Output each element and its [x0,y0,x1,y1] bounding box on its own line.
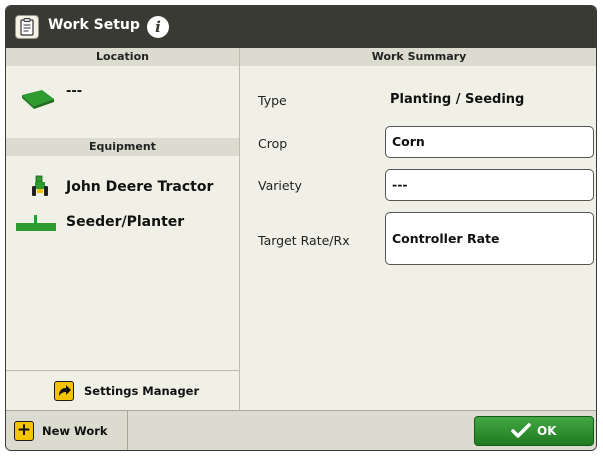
crop-label: Crop [258,136,288,151]
equipment-header: Equipment [6,138,239,156]
work-summary-panel: Work Summary Type Planting / Seeding Cro… [240,48,596,410]
equipment-label-planter: Seeder/Planter [66,214,185,230]
settings-manager-button[interactable]: Settings Manager [6,370,239,410]
work-setup-window: Work Setup i Location --- Equipment John… [5,5,597,451]
equipment-label-tractor: John Deere Tractor [66,179,214,195]
info-icon[interactable]: i [147,16,169,38]
target-rate-field[interactable]: Controller Rate [385,212,594,265]
variety-label: Variety [258,178,302,193]
window-title: Work Setup [48,17,140,33]
equipment-item-planter[interactable]: Seeder/Planter [6,208,239,238]
new-work-button[interactable]: + New Work [6,411,128,450]
clipboard-icon [15,15,39,39]
crop-field[interactable]: Corn [385,126,594,158]
type-label: Type [258,93,287,108]
ok-label: OK [537,424,557,438]
equipment-item-tractor[interactable]: John Deere Tractor [6,172,239,202]
work-summary-header: Work Summary [240,48,596,66]
planter-icon [16,215,56,237]
location-value[interactable]: --- [66,84,82,99]
arrow-icon [54,381,74,401]
variety-field[interactable]: --- [385,169,594,201]
type-value: Planting / Seeding [390,92,525,107]
new-work-label: New Work [42,424,108,438]
field-icon [20,87,56,113]
tractor-icon [32,175,48,201]
target-rate-label: Target Rate/Rx [258,233,350,248]
bottom-bar: + New Work OK [6,410,596,450]
plus-icon: + [14,421,34,441]
ok-button[interactable]: OK [474,416,594,446]
checkmark-icon [511,422,531,444]
left-panel: Location --- Equipment John Deere Tracto… [6,48,240,410]
settings-manager-label: Settings Manager [84,384,200,398]
title-bar: Work Setup i [6,6,596,48]
location-header: Location [6,48,239,66]
